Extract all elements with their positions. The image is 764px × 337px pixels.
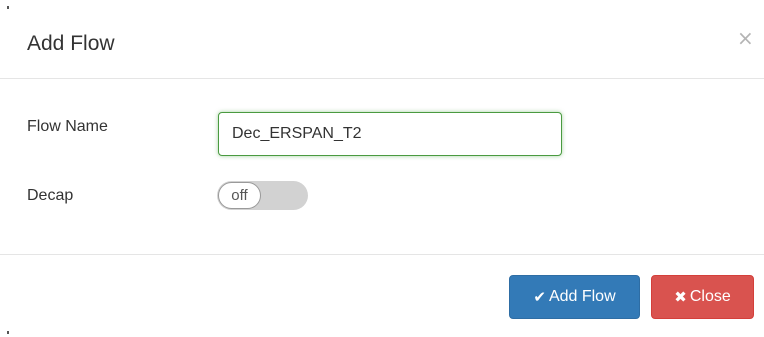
decap-toggle[interactable]: off — [217, 181, 308, 210]
dialog-header: Add Flow × — [0, 0, 764, 79]
flow-name-label: Flow Name — [27, 118, 108, 135]
corner-mark-bottom — [7, 331, 9, 334]
toggle-state: off — [218, 182, 261, 209]
close-icon[interactable]: × — [737, 28, 754, 48]
dialog-title: Add Flow — [27, 32, 115, 55]
footer-divider — [0, 254, 764, 255]
add-flow-button[interactable]: ✔ Add Flow — [509, 275, 640, 319]
check-icon: ✔ — [533, 288, 546, 306]
decap-label: Decap — [27, 187, 74, 204]
add-flow-dialog: Add Flow × Flow Name Decap off ✔ Add Flo… — [0, 0, 764, 337]
close-button-label: Close — [689, 288, 731, 305]
close-button[interactable]: ✖ Close — [651, 275, 754, 319]
close-icon: ✖ — [674, 288, 687, 306]
flow-name-input[interactable] — [218, 112, 562, 156]
add-flow-button-label: Add Flow — [548, 288, 616, 305]
